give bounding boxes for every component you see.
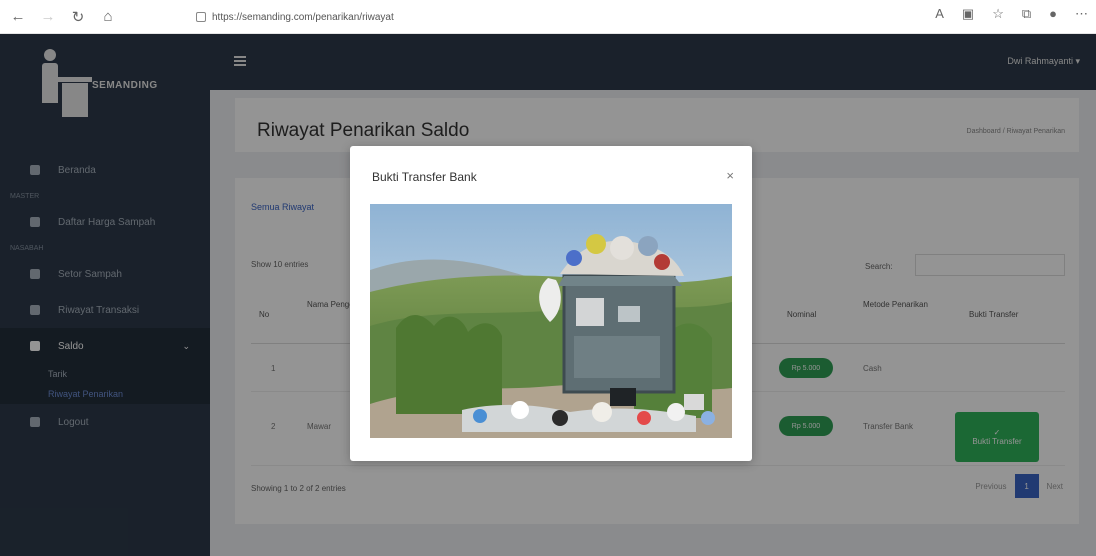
read-aloud-icon[interactable]: A bbox=[935, 6, 944, 22]
profile-icon[interactable]: ● bbox=[1049, 6, 1057, 22]
collections-icon[interactable]: ⧉ bbox=[1022, 6, 1031, 22]
back-icon[interactable]: ← bbox=[6, 5, 30, 29]
close-icon[interactable]: × bbox=[726, 168, 734, 183]
transfer-proof-image bbox=[370, 204, 732, 438]
modal-title: Bukti Transfer Bank bbox=[372, 170, 477, 184]
browser-actions: A ▣ ☆ ⧉ ● ⋯ bbox=[935, 6, 1088, 22]
more-icon[interactable]: ⋯ bbox=[1075, 6, 1088, 22]
favorite-icon[interactable]: ☆ bbox=[992, 6, 1004, 22]
tab-icon[interactable]: ▣ bbox=[962, 6, 974, 22]
address-bar[interactable]: https://semanding.com/penarikan/riwayat bbox=[196, 8, 394, 26]
forward-icon[interactable]: → bbox=[36, 5, 60, 29]
home-icon[interactable]: ⌂ bbox=[96, 5, 120, 29]
browser-toolbar: ← → ↻ ⌂ https://semanding.com/penarikan/… bbox=[0, 0, 1096, 34]
proof-transfer-modal: Bukti Transfer Bank × bbox=[350, 146, 752, 461]
url-text: https://semanding.com/penarikan/riwayat bbox=[212, 11, 394, 23]
lock-icon bbox=[196, 12, 206, 22]
refresh-icon[interactable]: ↻ bbox=[66, 5, 90, 29]
trash-bin-photo bbox=[370, 204, 732, 438]
